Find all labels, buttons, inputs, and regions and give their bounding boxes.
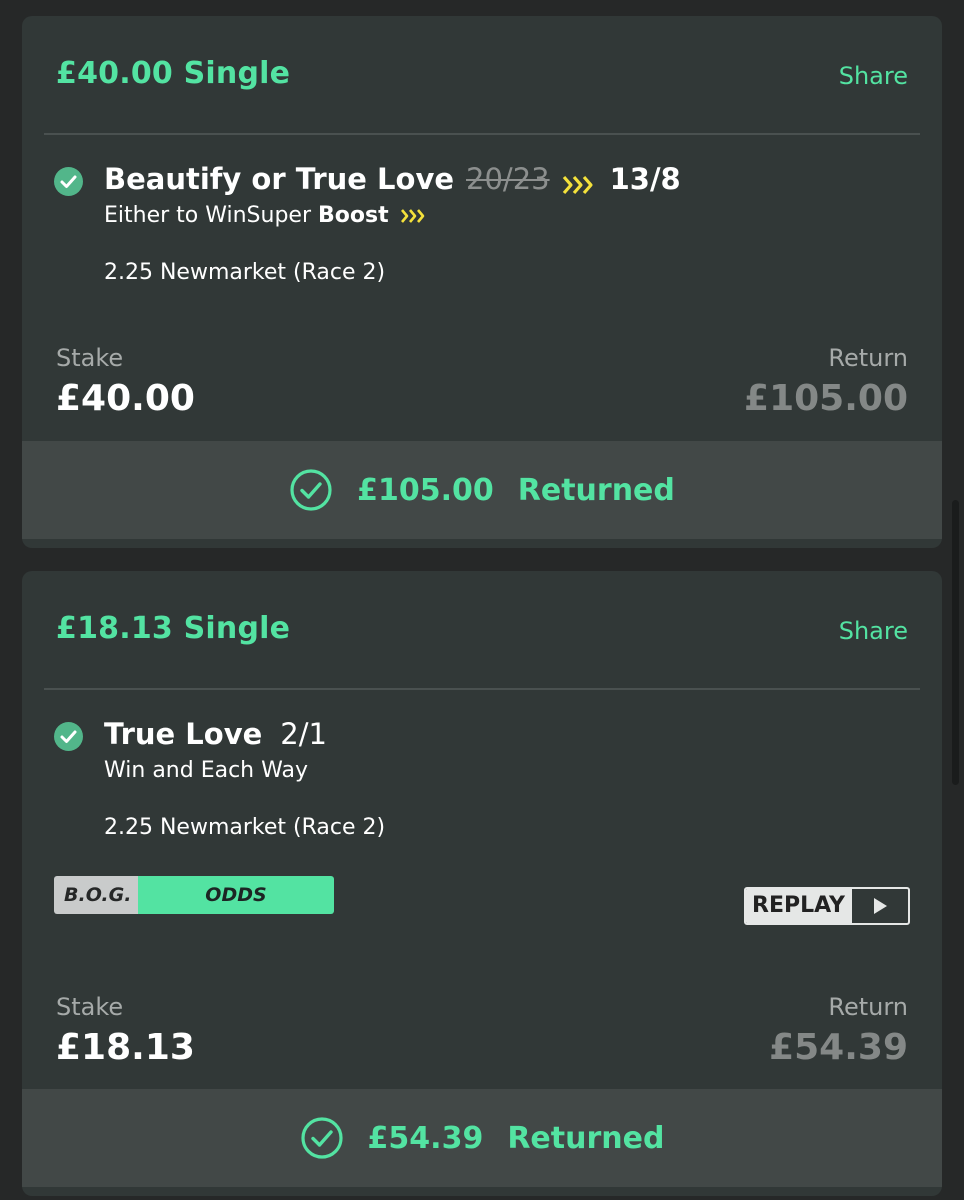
stake-label: Stake xyxy=(56,993,124,1021)
stake-label: Stake xyxy=(56,344,124,372)
selection-line: Beautify or True Love 20/23 13/8 xyxy=(104,162,681,196)
stake-value: £40.00 xyxy=(56,378,195,419)
returned-label: Returned xyxy=(507,1120,665,1156)
selection-name: Beautify or True Love xyxy=(104,162,455,196)
check-circle-icon xyxy=(290,469,332,511)
market-text: Either to WinSuper xyxy=(104,203,319,228)
check-circle-icon xyxy=(300,1117,343,1159)
event-name: 2.25 Newmarket (Race 2) xyxy=(104,260,386,285)
bet-title: £40.00 Single xyxy=(56,56,291,91)
bog-badge: B.O.G. ODDS INCREASED xyxy=(54,876,334,914)
selection-line: True Love 2/1 xyxy=(104,717,327,751)
market-text: Win and Each Way xyxy=(104,758,308,783)
scrollbar[interactable] xyxy=(952,500,959,785)
odds: 2/1 xyxy=(280,717,327,751)
returned-label: Returned xyxy=(517,472,675,508)
new-odds: 13/8 xyxy=(609,162,681,196)
returned-amount: £105.00 xyxy=(357,472,494,508)
odds-increased-label: ODDS INCREASED xyxy=(138,876,334,914)
returned-footer: £54.39 Returned xyxy=(22,1089,942,1187)
stake-value: £18.13 xyxy=(56,1027,195,1068)
check-icon xyxy=(54,722,83,751)
boost-text: Boost xyxy=(318,203,389,228)
divider xyxy=(44,133,920,135)
returned-footer: £105.00 Returned xyxy=(22,441,942,539)
returned-amount: £54.39 xyxy=(367,1120,484,1156)
boost-icon xyxy=(400,209,424,223)
share-button[interactable]: Share xyxy=(839,617,908,645)
bet-card: £40.00 Single Share Beautify or True Lov… xyxy=(22,16,942,548)
check-icon xyxy=(54,167,83,196)
play-icon xyxy=(852,889,908,923)
return-label: Return xyxy=(828,344,908,372)
return-value: £54.39 xyxy=(769,1027,908,1068)
old-odds: 20/23 xyxy=(466,162,550,196)
return-value: £105.00 xyxy=(744,378,908,419)
boost-arrows-icon xyxy=(562,175,593,194)
share-button[interactable]: Share xyxy=(839,62,908,90)
bet-card: £18.13 Single Share True Love 2/1 Win and… xyxy=(22,571,942,1196)
return-label: Return xyxy=(828,993,908,1021)
replay-button[interactable]: REPLAY xyxy=(744,887,910,925)
selection-name: True Love xyxy=(104,717,263,751)
bet-title: £18.13 Single xyxy=(56,611,291,646)
bog-label: B.O.G. xyxy=(54,876,138,914)
replay-label: REPLAY xyxy=(746,889,852,923)
market-line: Either to WinSuper Boost xyxy=(104,203,428,228)
event-name: 2.25 Newmarket (Race 2) xyxy=(104,815,386,840)
divider xyxy=(44,688,920,690)
